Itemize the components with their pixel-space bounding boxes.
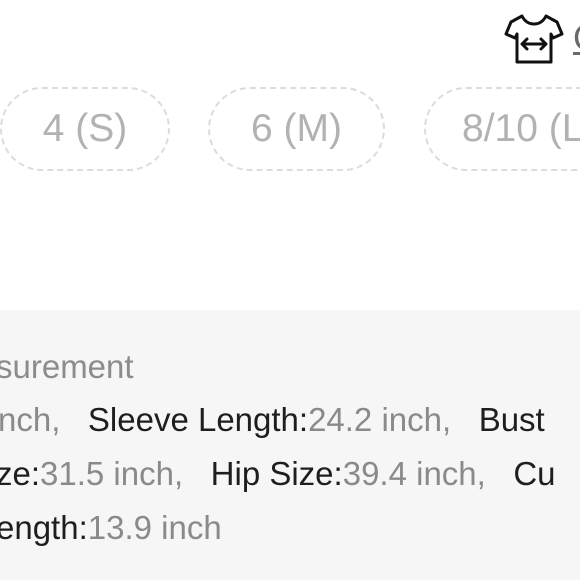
tshirt-width-icon[interactable] [503, 10, 565, 66]
measurement-panel: surement nch, Sleeve Length:24.2 inch, B… [0, 310, 580, 580]
cuff-key: Cu [513, 455, 556, 492]
size-option-l[interactable]: 8/10 (L [424, 87, 580, 171]
product-size-section: G 4 (S) 6 (M) 8/10 (L surement nch, Slee… [0, 0, 580, 580]
size-option-m[interactable]: 6 (M) [208, 87, 385, 171]
size-guide-link[interactable]: G [503, 10, 580, 66]
measurement-value: nch, [0, 401, 61, 438]
size-options: 4 (S) 6 (M) 8/10 (L [0, 87, 580, 175]
length-value: 13.9 inch [87, 509, 222, 546]
hip-size-value: 39.4 inch, [342, 455, 486, 492]
measurement-title: surement [0, 348, 134, 385]
hip-size-key: Hip Size: [210, 455, 343, 492]
bust-key: Bust [478, 401, 545, 438]
size-key: ze: [0, 455, 41, 492]
size-option-s[interactable]: 4 (S) [0, 87, 170, 171]
measurement-line: ze:31.5 inch, Hip Size:39.4 inch, Cu [0, 455, 556, 493]
length-key: ength: [0, 509, 88, 546]
sleeve-length-value: 24.2 inch, [308, 401, 452, 438]
measurement-line: nch, Sleeve Length:24.2 inch, Bust [0, 401, 545, 439]
sleeve-length-key: Sleeve Length: [87, 401, 309, 438]
size-guide-label[interactable]: G [573, 17, 580, 59]
measurement-line: ength:13.9 inch [0, 509, 222, 547]
size-value: 31.5 inch, [40, 455, 184, 492]
